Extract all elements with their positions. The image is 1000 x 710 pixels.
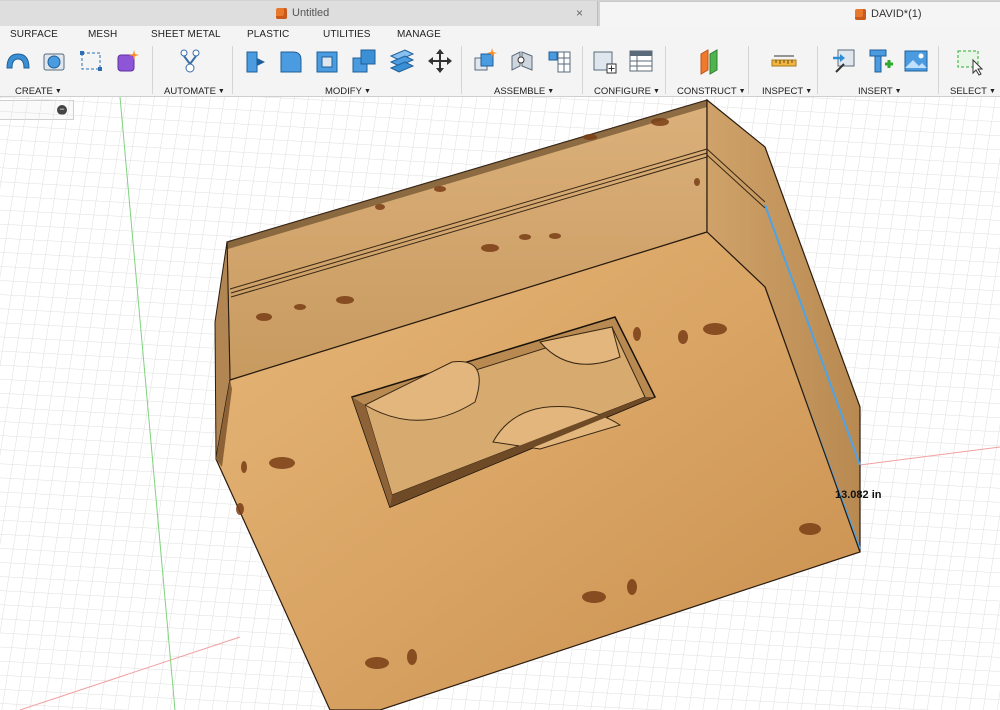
tab-surface[interactable]: SURFACE [10, 29, 58, 40]
create-sketch-icon[interactable] [77, 46, 105, 76]
create-form-icon[interactable] [4, 46, 32, 76]
divider [232, 46, 233, 94]
tab-manage[interactable]: MANAGE [397, 29, 441, 40]
assemble-menu[interactable]: ASSEMBLE ▼ [494, 86, 554, 97]
as-built-joint-icon[interactable] [545, 46, 573, 76]
insert-derive-icon[interactable] [830, 46, 858, 76]
tab-plastic[interactable]: PLASTIC [247, 29, 289, 40]
insert-canvas-icon[interactable] [902, 46, 930, 76]
shell-icon[interactable] [313, 46, 341, 76]
insert-menu[interactable]: INSERT ▼ [858, 86, 902, 97]
combine-icon[interactable] [350, 46, 378, 76]
configuration-table-icon[interactable] [627, 46, 655, 76]
offset-plane-icon[interactable] [695, 46, 723, 76]
insert-mcmaster-icon[interactable] [866, 46, 894, 76]
window-select-icon[interactable] [955, 46, 983, 76]
document-tab-bar: ⌂ Untitled × DAVID*(1) [0, 0, 1000, 26]
create-box-icon[interactable] [40, 46, 68, 76]
tab-untitled[interactable]: Untitled × [0, 1, 598, 26]
divider [748, 46, 749, 94]
canvas-viewport[interactable]: 13.082 in [0, 97, 1000, 710]
close-icon[interactable]: × [576, 6, 583, 20]
tab-david-label: DAVID*(1) [871, 8, 922, 20]
tab-sheet-metal[interactable]: SHEET METAL [151, 29, 221, 40]
split-body-icon[interactable] [388, 46, 416, 76]
new-component-icon[interactable] [471, 46, 499, 76]
configure-body-icon[interactable] [591, 46, 619, 76]
select-menu[interactable]: SELECT ▼ [950, 86, 996, 97]
divider [461, 46, 462, 94]
configure-menu[interactable]: CONFIGURE ▼ [594, 86, 660, 97]
model-scene [0, 97, 1000, 710]
construct-menu[interactable]: CONSTRUCT ▼ [677, 86, 746, 97]
divider [817, 46, 818, 94]
press-pull-icon[interactable] [241, 46, 269, 76]
ribbon-toolbar: SURFACE MESH SHEET METAL PLASTIC UTILITI… [0, 26, 1000, 97]
tab-mesh[interactable]: MESH [88, 29, 117, 40]
fillet-icon[interactable] [277, 46, 305, 76]
divider [938, 46, 939, 94]
divider [152, 46, 153, 94]
move-icon[interactable] [426, 46, 454, 76]
automate-icon[interactable] [176, 46, 204, 76]
automate-menu[interactable]: AUTOMATE ▼ [164, 86, 225, 97]
divider [665, 46, 666, 94]
measure-icon[interactable] [770, 46, 798, 76]
inspect-menu[interactable]: INSPECT ▼ [762, 86, 812, 97]
tab-david[interactable]: DAVID*(1) [600, 1, 1000, 26]
document-cube-icon [276, 8, 287, 19]
create-solid-icon[interactable] [113, 46, 141, 76]
tab-untitled-label: Untitled [292, 7, 330, 19]
joint-icon[interactable] [508, 46, 536, 76]
divider [582, 46, 583, 94]
document-cube-icon [855, 9, 866, 20]
dimension-readout: 13.082 in [835, 489, 882, 501]
modify-menu[interactable]: MODIFY ▼ [325, 86, 371, 97]
create-menu[interactable]: CREATE ▼ [15, 86, 62, 97]
tab-utilities[interactable]: UTILITIES [323, 29, 371, 40]
